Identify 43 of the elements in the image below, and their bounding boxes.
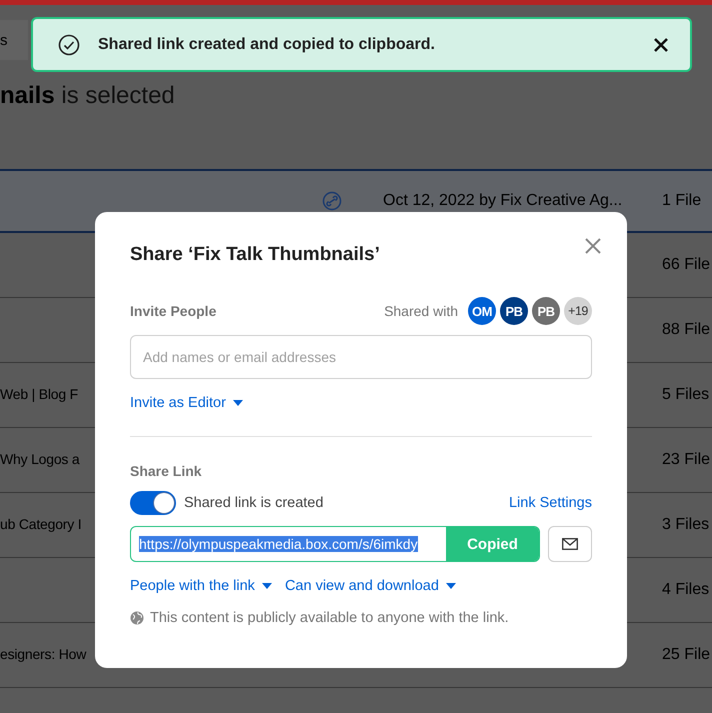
file-name: Web | Blog F <box>0 386 78 402</box>
avatar[interactable]: PB <box>532 297 560 325</box>
dialog-title: Share ‘Fix Talk Thumbnails’ <box>130 244 381 267</box>
close-button[interactable] <box>652 36 670 54</box>
file-count: 5 Files <box>662 386 710 404</box>
file-count: 23 File <box>662 451 712 469</box>
file-count: 25 File <box>662 646 712 664</box>
invite-field[interactable]: Add names or email addresses <box>130 335 592 379</box>
section-label: Invite People <box>130 303 216 319</box>
link-settings-link[interactable]: Link Settings <box>508 495 592 511</box>
file-count: 88 File <box>662 321 712 339</box>
more-count-badge[interactable]: +19 <box>564 297 592 325</box>
access-dropdown[interactable]: People with the link <box>130 578 272 594</box>
role-dropdown[interactable]: Invite as Editor <box>130 395 243 411</box>
file-count: 66 File <box>662 256 712 274</box>
file-count: 1 File <box>662 192 702 210</box>
notice-text: This content is publicly available to anyone with the link. <box>150 610 509 626</box>
date-text: Oct 12, 2022 by Fix Creative Ag... <box>383 192 624 210</box>
caret-icon[interactable] <box>262 583 272 589</box>
avatar[interactable]: OM <box>468 297 496 325</box>
globe-icon <box>130 611 144 625</box>
check-circle-icon <box>58 34 80 56</box>
envelope-icon <box>562 538 578 550</box>
file-name: ub Category I <box>0 516 82 532</box>
shared-with-label: Shared with <box>384 303 458 319</box>
section-label: Share Link <box>130 463 203 479</box>
toast-message: Shared link created and copied to clipboard. <box>98 36 436 54</box>
file-name: esigners: How <box>0 646 86 662</box>
avatar[interactable]: PB <box>500 297 528 325</box>
file-count: 4 Files <box>662 581 710 599</box>
caret-icon[interactable] <box>446 583 456 589</box>
caret-icon[interactable] <box>232 400 243 406</box>
email-button[interactable] <box>548 526 592 562</box>
close-icon <box>585 238 601 254</box>
permission-dropdown[interactable]: Can view and download <box>284 578 456 594</box>
toggle-switch[interactable] <box>130 491 176 515</box>
close-icon <box>654 38 668 52</box>
toggle-label: Shared link is created <box>184 495 324 511</box>
file-count: 3 Files <box>662 516 710 534</box>
link-icon <box>322 191 342 211</box>
file-name: Why Logos a <box>0 451 80 467</box>
page-heading: nails is selected <box>0 81 175 111</box>
tab-label[interactable]: s <box>0 20 28 60</box>
